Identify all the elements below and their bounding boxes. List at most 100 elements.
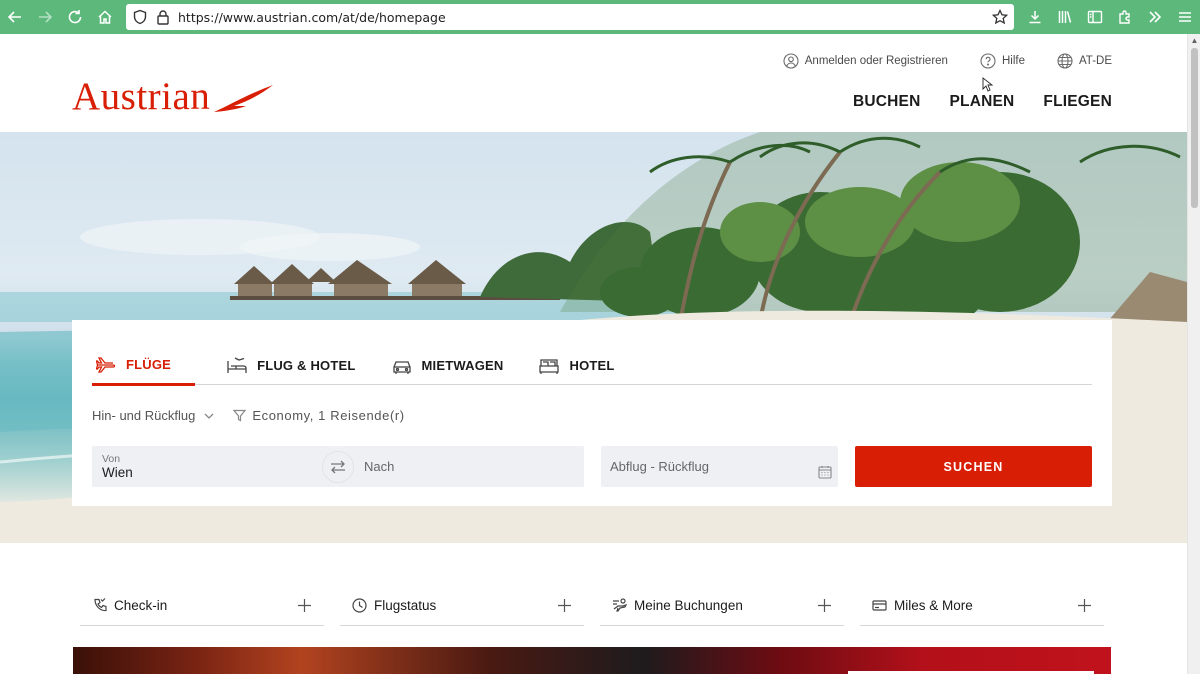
- help-icon: [980, 53, 996, 69]
- bed-icon: [539, 358, 560, 374]
- locale-selector[interactable]: AT-DE: [1057, 53, 1112, 69]
- scrollbar-thumb[interactable]: [1191, 48, 1198, 208]
- plus-icon: [818, 599, 831, 612]
- url-text[interactable]: https://www.austrian.com/at/de/homepage: [178, 10, 446, 25]
- tab-mietwagen-label: MIETWAGEN: [421, 358, 504, 373]
- bookings-icon: [613, 598, 627, 612]
- library-button[interactable]: [1050, 2, 1080, 32]
- checkin-icon: [94, 598, 107, 612]
- library-icon: [1058, 11, 1072, 23]
- quick-link-checkin-label: Check-in: [114, 598, 168, 613]
- back-icon: [7, 11, 21, 23]
- clock-icon: [352, 598, 367, 613]
- shield-icon[interactable]: [132, 9, 148, 25]
- sidebar-button[interactable]: [1080, 2, 1110, 32]
- forward-icon: [39, 11, 53, 23]
- calendar-icon: [818, 466, 832, 479]
- help-label: Hilfe: [1001, 55, 1025, 67]
- extensions-icon: [1119, 10, 1130, 24]
- to-placeholder: Nach: [364, 459, 395, 474]
- quick-link-flugstatus[interactable]: Flugstatus: [340, 586, 584, 626]
- mouse-cursor-icon: [982, 77, 993, 92]
- home-button[interactable]: [90, 2, 120, 32]
- reload-icon: [68, 10, 82, 24]
- austrian-logo[interactable]: Austrian: [72, 75, 274, 118]
- address-bar[interactable]: https://www.austrian.com/at/de/homepage: [126, 4, 1014, 30]
- promo-banner-image[interactable]: [73, 647, 1111, 674]
- plane-icon: [96, 356, 116, 373]
- tab-hotel-label: HOTEL: [569, 358, 615, 373]
- quick-link-meine-buchungen[interactable]: Meine Buchungen: [600, 586, 844, 626]
- site-header: Austrian Anmelden oder Registrieren Hilf…: [0, 34, 1187, 132]
- sidebar-icon: [1087, 10, 1103, 24]
- app-menu-button[interactable]: [1170, 2, 1200, 32]
- card-icon: [872, 600, 887, 611]
- booking-tabs: FLÜGE FLUG & HOTEL MIETWAGEN HOTEL: [92, 346, 1092, 386]
- forward-button[interactable]: [30, 2, 60, 32]
- user-icon: [783, 53, 799, 69]
- search-button[interactable]: SUCHEN: [855, 446, 1092, 487]
- tab-fluege[interactable]: FLÜGE: [92, 346, 196, 386]
- dates-placeholder: Abflug - Rückflug: [610, 459, 709, 474]
- quick-link-checkin[interactable]: Check-in: [80, 586, 324, 626]
- tab-fluege-label: FLÜGE: [126, 357, 172, 372]
- back-button[interactable]: [0, 2, 30, 32]
- login-label: Anmelden oder Registrieren: [804, 55, 948, 67]
- swap-airports-button[interactable]: [322, 451, 354, 483]
- hotel-bed-icon: [227, 356, 247, 373]
- booking-widget: FLÜGE FLUG & HOTEL MIETWAGEN HOTEL Hin- …: [72, 320, 1112, 506]
- help-link[interactable]: Hilfe: [980, 53, 1025, 69]
- utility-bar: Anmelden oder Registrieren Hilfe AT-DE: [751, 53, 1112, 69]
- nav-buchen[interactable]: BUCHEN: [853, 93, 921, 111]
- nav-fliegen[interactable]: FLIEGEN: [1043, 93, 1112, 111]
- chevron-down-icon: [204, 413, 214, 419]
- from-label: Von: [102, 453, 121, 465]
- page-scrollbar[interactable]: ▲: [1187, 34, 1200, 674]
- home-icon: [98, 10, 112, 24]
- browser-toolbar: https://www.austrian.com/at/de/homepage: [0, 0, 1200, 34]
- globe-icon: [1057, 53, 1073, 69]
- quick-link-flugstatus-label: Flugstatus: [374, 598, 437, 613]
- quick-link-miles-more[interactable]: Miles & More: [860, 586, 1104, 626]
- reload-button[interactable]: [60, 2, 90, 32]
- plus-icon: [298, 599, 311, 612]
- booking-options: Hin- und Rückflug Economy, 1 Reisende(r): [92, 408, 405, 423]
- to-field[interactable]: Nach: [336, 446, 584, 487]
- toolbar-right: [1020, 2, 1200, 32]
- main-nav: BUCHEN PLANEN FLIEGEN: [853, 93, 1112, 111]
- downloads-button[interactable]: [1020, 2, 1050, 32]
- logo-text: Austrian: [72, 75, 211, 118]
- tab-hotel[interactable]: HOTEL: [535, 346, 618, 385]
- bookmark-star-icon[interactable]: [992, 9, 1008, 25]
- extensions-button[interactable]: [1110, 2, 1140, 32]
- trip-type-value: Hin- und Rückflug: [92, 408, 196, 423]
- scroll-up-arrow-icon[interactable]: ▲: [1188, 34, 1200, 47]
- quick-link-meine-buchungen-label: Meine Buchungen: [634, 598, 743, 613]
- car-icon: [392, 360, 411, 374]
- locale-label: AT-DE: [1078, 55, 1112, 67]
- plus-icon: [558, 599, 571, 612]
- nav-planen[interactable]: PLANEN: [949, 93, 1014, 111]
- hero-image: FLÜGE FLUG & HOTEL MIETWAGEN HOTEL Hin- …: [0, 132, 1187, 543]
- from-field[interactable]: Von Wien: [92, 446, 336, 487]
- download-icon: [1029, 11, 1041, 24]
- overflow-button[interactable]: [1140, 2, 1170, 32]
- login-link[interactable]: Anmelden oder Registrieren: [783, 53, 948, 69]
- filter-icon: [233, 409, 247, 422]
- lock-icon[interactable]: [156, 9, 170, 25]
- passenger-class-select[interactable]: Economy, 1 Reisende(r): [233, 408, 404, 423]
- quick-links: Check-in Flugstatus Meine Buchungen Mile…: [80, 586, 1104, 626]
- tab-flug-hotel-label: FLUG & HOTEL: [257, 358, 356, 373]
- overflow-icon: [1149, 11, 1162, 23]
- passenger-class-value: Economy, 1 Reisende(r): [252, 408, 405, 423]
- trip-type-select[interactable]: Hin- und Rückflug: [92, 408, 215, 423]
- tab-flug-hotel[interactable]: FLUG & HOTEL: [223, 346, 359, 385]
- tab-mietwagen[interactable]: MIETWAGEN: [388, 346, 508, 385]
- logo-wing-icon: [214, 85, 274, 112]
- swap-arrows-icon: [331, 460, 345, 474]
- dates-field[interactable]: Abflug - Rückflug: [601, 446, 838, 487]
- from-value: Wien: [102, 465, 133, 480]
- menu-icon: [1179, 12, 1191, 22]
- quick-link-miles-more-label: Miles & More: [894, 598, 973, 613]
- plus-icon: [1078, 599, 1091, 612]
